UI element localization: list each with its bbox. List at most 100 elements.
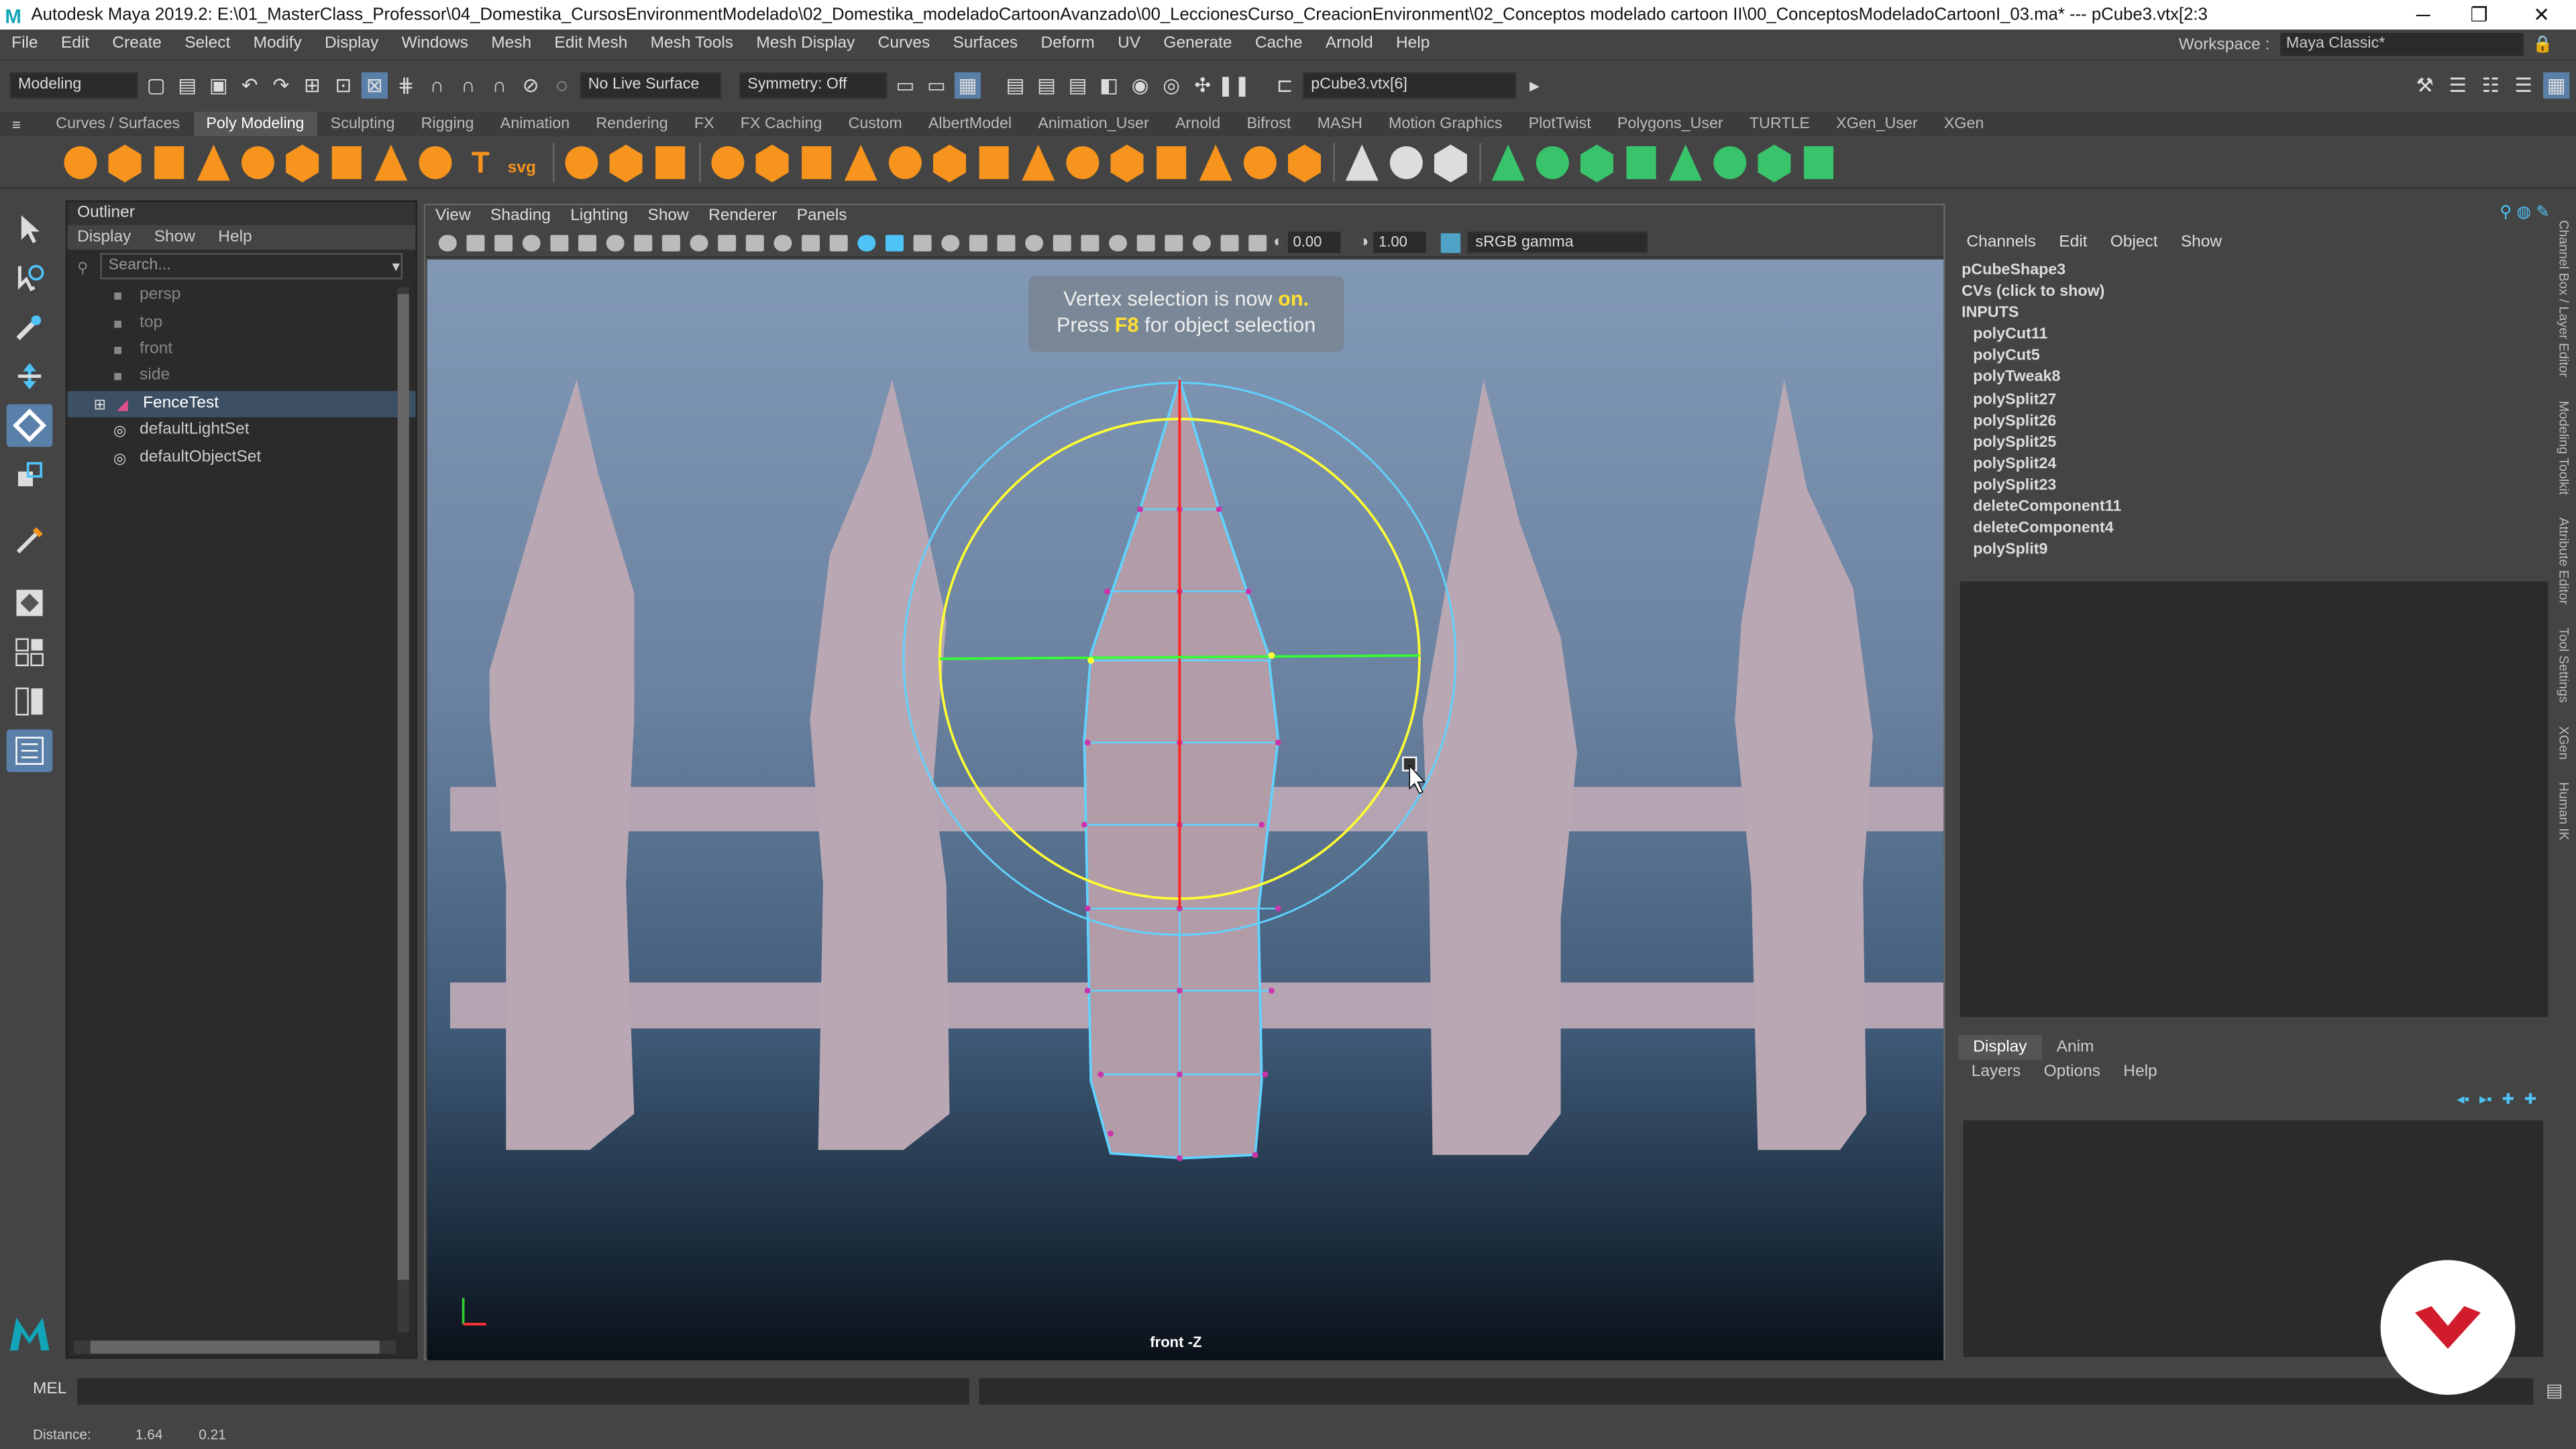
side-tab-human-ik[interactable]: Human IK: [2557, 782, 2571, 841]
redo-icon[interactable]: ↷: [268, 72, 294, 98]
viewport-tool-icon[interactable]: [802, 233, 820, 251]
snap-live-icon[interactable]: ◌: [549, 72, 575, 98]
save-scene-icon[interactable]: ▣: [205, 72, 231, 98]
input-node[interactable]: polySplit9: [1962, 539, 2121, 561]
viewport-menu-renderer[interactable]: Renderer: [708, 205, 777, 228]
outliner-item-front[interactable]: ■ front: [67, 337, 415, 364]
snap-curve-icon[interactable]: ∩: [424, 72, 450, 98]
select-object-icon[interactable]: ⊡: [330, 72, 356, 98]
viewport-scene[interactable]: Vertex selection is now on. Press F8 for…: [427, 259, 1944, 1360]
input-node[interactable]: polySplit24: [1962, 453, 2121, 475]
viewport-tool-icon[interactable]: [1109, 233, 1128, 251]
separate-icon[interactable]: [802, 145, 832, 178]
shelf-tab-rigging[interactable]: Rigging: [408, 112, 487, 137]
new-layer-icon[interactable]: ✚: [2502, 1091, 2514, 1109]
menu-edit[interactable]: Edit: [50, 30, 101, 59]
render-icon[interactable]: ▦: [954, 71, 981, 98]
shelf-tab-animation-user[interactable]: Animation_User: [1025, 112, 1163, 137]
shelf-tab-poly-modeling[interactable]: Poly Modeling: [193, 111, 318, 137]
input-node[interactable]: polySplit25: [1962, 431, 2121, 453]
channel-menu-channels[interactable]: Channels: [1966, 233, 2036, 252]
input-node[interactable]: deleteComponent4: [1962, 518, 2121, 539]
layer-menu-options[interactable]: Options: [2044, 1060, 2100, 1086]
viewport-tool-icon[interactable]: [1081, 233, 1099, 251]
restore-button[interactable]: ❐: [2451, 0, 2507, 30]
shelf-tab-custom[interactable]: Custom: [835, 112, 915, 137]
scale-tool-icon[interactable]: [7, 453, 53, 496]
outliner-item-defaultlightset[interactable]: ◎ defaultLightSet: [67, 417, 415, 444]
color-management-icon[interactable]: [1441, 232, 1461, 252]
menu-edit-mesh[interactable]: Edit Mesh: [543, 30, 639, 59]
selection-input-field[interactable]: pCube3.vtx[6]: [1303, 71, 1517, 98]
uv-h-icon[interactable]: [1804, 145, 1834, 178]
exposure-field[interactable]: 0.00: [1288, 231, 1341, 254]
menu-windows[interactable]: Windows: [390, 30, 480, 59]
outliner-menu-display[interactable]: Display: [77, 225, 131, 250]
outliner-item-side[interactable]: ■ side: [67, 364, 415, 390]
lasso-tool-icon[interactable]: [7, 256, 53, 299]
snap-surface-icon[interactable]: ⊘: [517, 72, 543, 98]
channel-menu-object[interactable]: Object: [2110, 233, 2158, 252]
outliner-menu-help[interactable]: Help: [218, 225, 252, 250]
move-layer-down-icon[interactable]: ▸▪: [2479, 1091, 2492, 1109]
ipr-render-icon[interactable]: ▤: [1065, 72, 1091, 98]
viewport-tool-icon[interactable]: [466, 233, 485, 251]
command-input[interactable]: [77, 1378, 969, 1405]
edge-flow-icon[interactable]: [1434, 144, 1467, 182]
outliner-hscrollbar[interactable]: [74, 1340, 396, 1354]
menu-arnold[interactable]: Arnold: [1314, 30, 1385, 59]
viewport-menu-panels[interactable]: Panels: [797, 205, 847, 228]
shelf-tab-xgen-user[interactable]: XGen_User: [1823, 112, 1931, 137]
smooth-icon[interactable]: [933, 144, 967, 182]
side-tab-attribute-editor[interactable]: Attribute Editor: [2557, 517, 2571, 604]
script-editor-icon[interactable]: ▤: [2546, 1380, 2563, 1401]
shelf-tab-xgen[interactable]: XGen: [1931, 112, 1997, 137]
menu-display[interactable]: Display: [313, 30, 390, 59]
menu-cache[interactable]: Cache: [1244, 30, 1314, 59]
attribute-editor-icon[interactable]: ☷: [2477, 72, 2504, 98]
modeling-toolkit-icon[interactable]: ⚒: [2412, 72, 2438, 98]
plane-icon[interactable]: [286, 144, 319, 182]
channel-settings-icon[interactable]: ✎: [2536, 204, 2550, 222]
menu-uv[interactable]: UV: [1106, 30, 1152, 59]
mel-label[interactable]: MEL: [33, 1380, 66, 1398]
arnold-settings-icon[interactable]: ✣: [1189, 72, 1216, 98]
viewport-tool-icon[interactable]: [606, 233, 625, 251]
viewport-tool-icon[interactable]: [941, 233, 960, 251]
channel-menu-edit[interactable]: Edit: [2059, 233, 2087, 252]
star-icon[interactable]: [419, 145, 452, 178]
menu-mesh-display[interactable]: Mesh Display: [745, 30, 866, 59]
viewport-tool-icon[interactable]: [997, 233, 1016, 251]
select-component-icon[interactable]: ⊠: [361, 71, 388, 98]
two-view-icon[interactable]: [7, 680, 53, 723]
shelf-tab-arnold[interactable]: Arnold: [1162, 112, 1233, 137]
shelf-tab-bifrost[interactable]: Bifrost: [1234, 112, 1304, 137]
viewport-menu-view[interactable]: View: [435, 205, 471, 228]
outliner-item-fencetest[interactable]: ⊞ ◢ FenceTest: [67, 390, 416, 417]
paint-select-tool-icon[interactable]: [7, 306, 53, 349]
viewport-tool-icon[interactable]: [522, 233, 541, 251]
cube-icon[interactable]: [108, 144, 142, 182]
expand-icon[interactable]: ▸: [1521, 72, 1548, 98]
bool-icon[interactable]: [888, 145, 922, 178]
four-view-icon[interactable]: [7, 631, 53, 674]
uv-d-icon[interactable]: [1626, 145, 1656, 178]
filter-icon[interactable]: ⚲: [77, 259, 88, 277]
bridge-icon[interactable]: [1243, 145, 1277, 178]
viewport-tool-icon[interactable]: [745, 233, 764, 251]
minimize-button[interactable]: ─: [2396, 0, 2451, 30]
uv-f-icon[interactable]: [1713, 145, 1747, 178]
snap-point-icon[interactable]: ∩: [455, 72, 481, 98]
menu-mesh[interactable]: Mesh: [480, 30, 543, 59]
measure-icon[interactable]: [565, 145, 598, 178]
viewport-tool-icon[interactable]: [1248, 233, 1267, 251]
shelf-tab-albertmodel[interactable]: AlbertModel: [915, 112, 1024, 137]
layer-menu-help[interactable]: Help: [2123, 1060, 2157, 1086]
fill-icon[interactable]: [1157, 145, 1187, 178]
input-node[interactable]: polySplit26: [1962, 410, 2121, 431]
viewport-tool-icon[interactable]: [1220, 233, 1239, 251]
symmetry-dropdown[interactable]: Symmetry: Off: [739, 71, 888, 98]
target-weld-icon[interactable]: [1389, 145, 1423, 178]
viewport-tool-icon[interactable]: [494, 233, 513, 251]
menu-deform[interactable]: Deform: [1029, 30, 1106, 59]
